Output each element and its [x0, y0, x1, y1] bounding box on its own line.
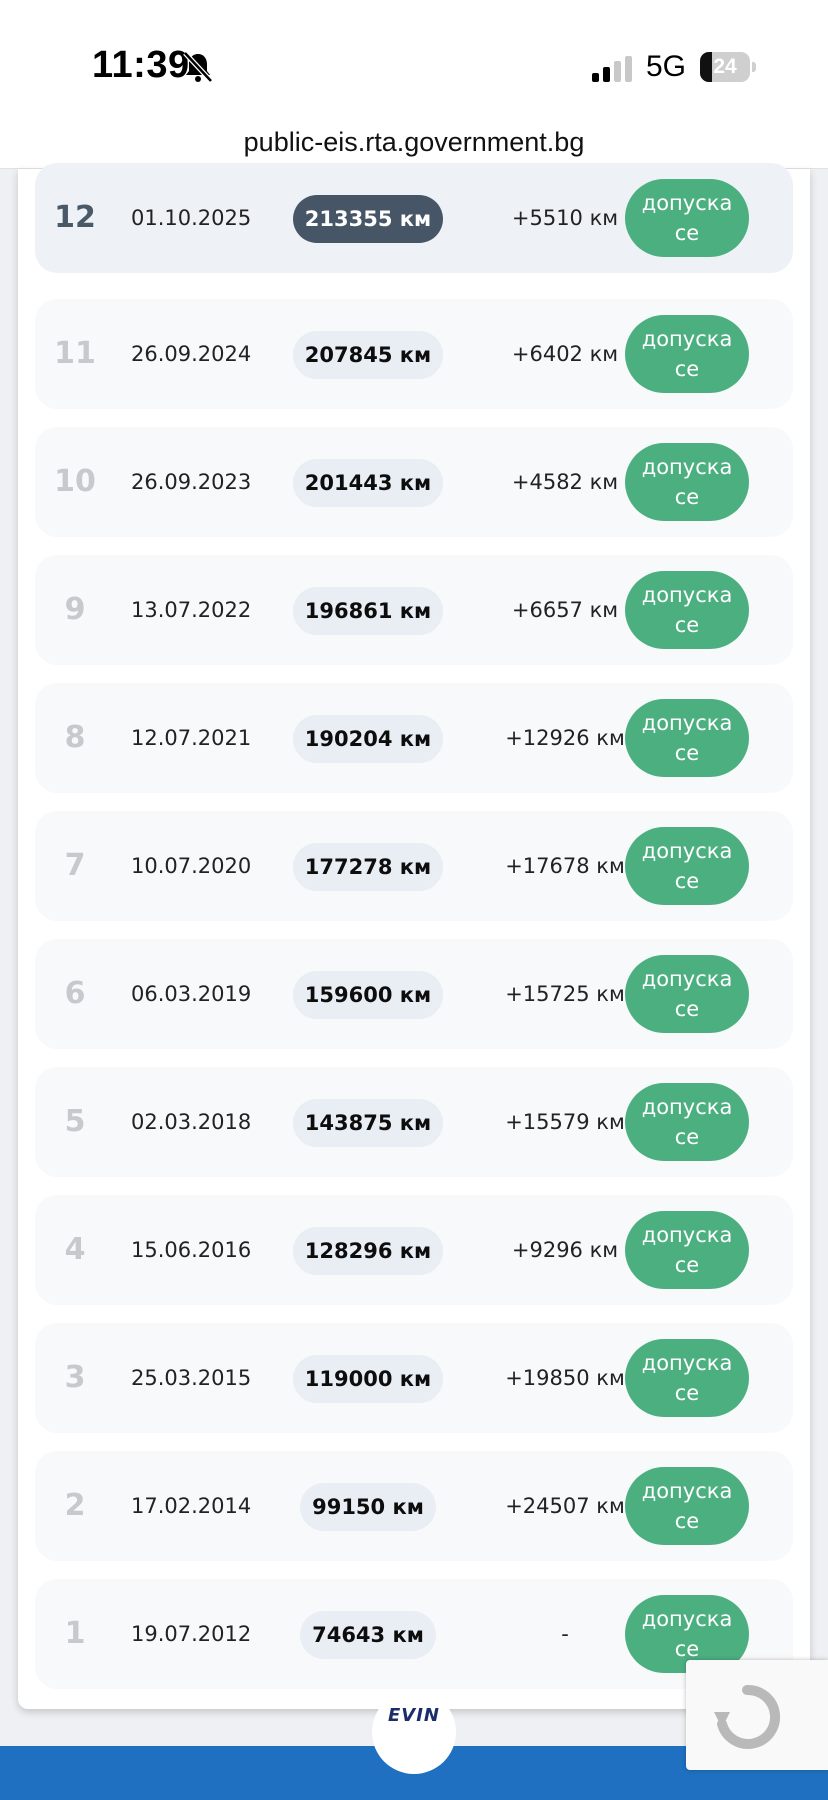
- inspection-date: 17.02.2014: [131, 1494, 252, 1518]
- inspection-status-badge: допуска се: [625, 179, 749, 257]
- inspection-row: 8 12.07.2021 190204 км +12926 км допуска се: [35, 683, 793, 793]
- inspection-number: 1: [64, 1616, 86, 1651]
- inspection-row: 3 25.03.2015 119000 км +19850 км допуска се: [35, 1323, 793, 1433]
- inspection-status-badge: допуска се: [625, 1083, 749, 1161]
- odometer-badge: 119000 км: [293, 1355, 443, 1403]
- bell-muted-icon: [183, 51, 213, 83]
- inspection-date: 13.07.2022: [131, 598, 252, 622]
- inspection-number: 2: [64, 1488, 86, 1523]
- inspection-date: 15.06.2016: [131, 1238, 252, 1262]
- inspection-status-badge: допуска се: [625, 827, 749, 905]
- odometer-badge: 190204 км: [293, 715, 443, 763]
- inspection-row: 1 19.07.2012 74643 км - допуска се: [35, 1579, 793, 1689]
- inspection-row: 6 06.03.2019 159600 км +15725 км допуска се: [35, 939, 793, 1049]
- inspection-row: 9 13.07.2022 196861 км +6657 км допуска се: [35, 555, 793, 665]
- battery-icon: 24: [700, 52, 756, 82]
- inspection-date: 26.09.2024: [131, 342, 252, 366]
- odometer-badge: 128296 км: [293, 1227, 443, 1275]
- url-text: public-eis.rta.government.bg: [243, 127, 585, 157]
- inspection-date: 25.03.2015: [131, 1366, 252, 1390]
- inspection-number: 9: [64, 592, 86, 627]
- page-content: 12 01.10.2025 213355 км +5510 км допуска се 1…: [0, 163, 828, 1800]
- inspection-number: 12: [54, 200, 96, 235]
- odometer-badge: 177278 км: [293, 843, 443, 891]
- status-bar: 11:39 5G 24: [0, 0, 828, 110]
- inspection-number: 7: [64, 848, 86, 883]
- inspection-row: 10 26.09.2023 201443 км +4582 км допуска се: [35, 427, 793, 537]
- inspection-row: 12 01.10.2025 213355 км +5510 км допуска се: [35, 163, 793, 273]
- inspection-status-badge: допуска се: [625, 1467, 749, 1545]
- inspection-row: 2 17.02.2014 99150 км +24507 км допуска се: [35, 1451, 793, 1561]
- odometer-badge: 143875 км: [293, 1099, 443, 1147]
- inspection-number: 8: [64, 720, 86, 755]
- recaptcha-icon: [714, 1684, 781, 1749]
- recaptcha-badge[interactable]: [686, 1660, 828, 1770]
- inspection-date: 01.10.2025: [131, 206, 252, 230]
- inspection-status-badge: допуска се: [625, 1339, 749, 1417]
- inspection-status-badge: допуска се: [625, 955, 749, 1033]
- inspection-status-badge: допуска се: [625, 315, 749, 393]
- inspection-status-badge: допуска се: [625, 443, 749, 521]
- inspection-date: 10.07.2020: [131, 854, 252, 878]
- inspection-date: 26.09.2023: [131, 470, 252, 494]
- odometer-badge: 99150 км: [300, 1483, 436, 1531]
- inspection-number: 6: [64, 976, 86, 1011]
- inspection-date: 12.07.2021: [131, 726, 252, 750]
- inspection-date: 02.03.2018: [131, 1110, 252, 1134]
- inspection-status-badge: допуска се: [625, 1211, 749, 1289]
- inspection-row: 5 02.03.2018 143875 км +15579 км допуска се: [35, 1067, 793, 1177]
- inspection-row: 4 15.06.2016 128296 км +9296 км допуска се: [35, 1195, 793, 1305]
- inspection-row: 11 26.09.2024 207845 км +6402 км допуска се: [35, 299, 793, 409]
- inspection-number: 10: [54, 464, 96, 499]
- inspection-date: 19.07.2012: [131, 1622, 252, 1646]
- address-bar[interactable]: public-eis.rta.government.bg: [0, 110, 828, 169]
- inspection-number: 4: [64, 1232, 86, 1267]
- inspection-date: 06.03.2019: [131, 982, 252, 1006]
- inspection-status-badge: допуска се: [625, 699, 749, 777]
- inspection-number: 5: [64, 1104, 86, 1139]
- odometer-badge: 207845 км: [293, 331, 443, 379]
- odometer-badge: 201443 км: [293, 459, 443, 507]
- battery-percent: 24: [713, 55, 737, 78]
- evin-logo: EVIN: [388, 1705, 440, 1726]
- status-time: 11:39: [92, 44, 190, 86]
- signal-icon: [592, 56, 632, 82]
- logo-badge: [372, 1690, 456, 1774]
- inspection-number: 11: [54, 336, 96, 371]
- odometer-badge: 196861 км: [293, 587, 443, 635]
- inspection-status-badge: допуска се: [625, 571, 749, 649]
- odometer-badge: 74643 км: [300, 1611, 436, 1659]
- inspection-number: 3: [64, 1360, 86, 1395]
- inspection-row: 7 10.07.2020 177278 км +17678 км допуска се: [35, 811, 793, 921]
- odometer-badge: 213355 км: [293, 195, 443, 243]
- network-type: 5G: [646, 50, 687, 83]
- odometer-badge: 159600 км: [293, 971, 443, 1019]
